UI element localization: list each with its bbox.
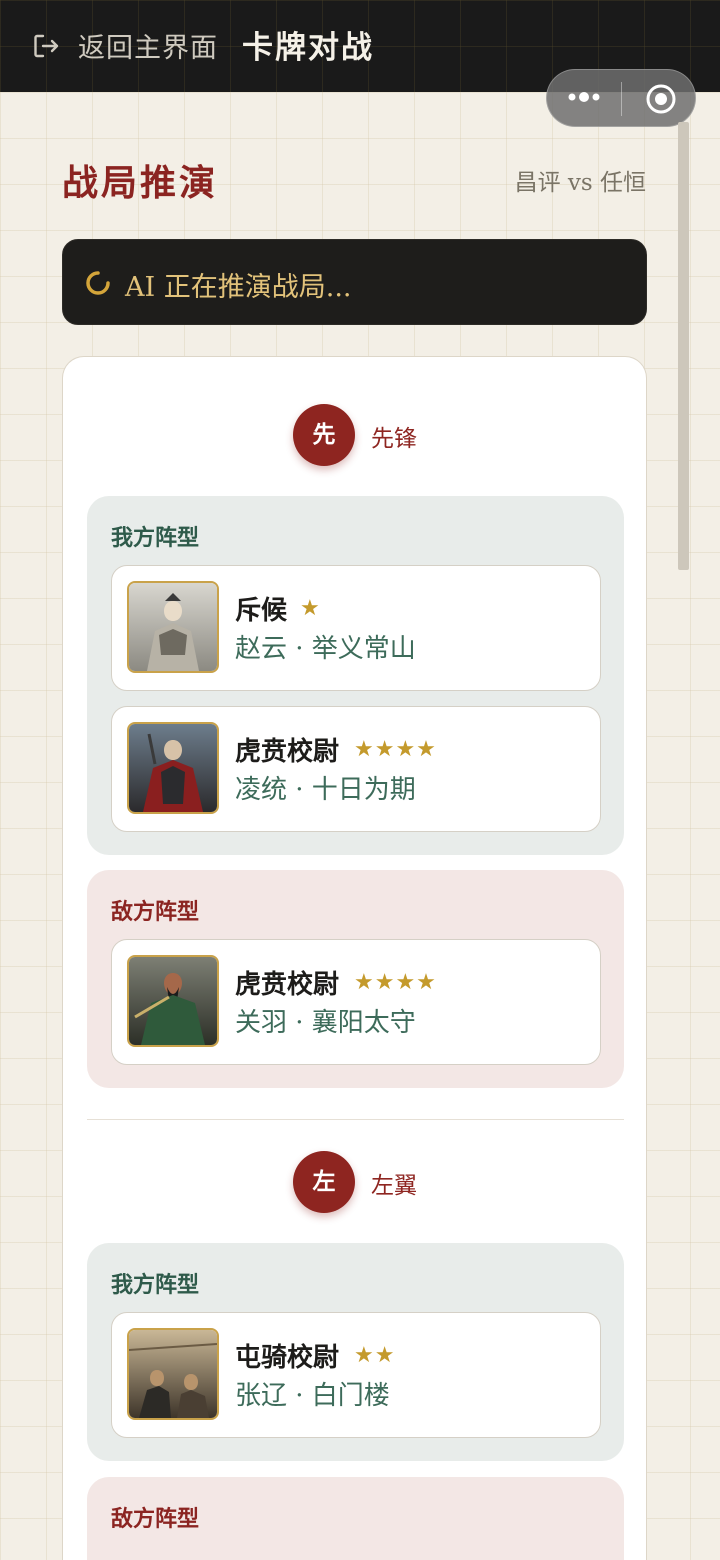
ai-status-banner: AI 正在推演战局... (62, 239, 647, 325)
hero-card[interactable]: 虎贲校尉 ★★★★ 凌统 · 十日为期 (111, 706, 601, 832)
formation-label: 敌方阵型 (111, 899, 200, 925)
hero-rank: 屯骑校尉 (235, 1343, 340, 1373)
hero-portrait (127, 1328, 219, 1420)
page-title: 卡牌对战 (242, 30, 374, 66)
hero-name-skill: 张辽 · 白门楼 (235, 1381, 390, 1411)
hero-card[interactable]: 虎贲校尉 ★★★★ 关羽 · 襄阳太守 (111, 939, 601, 1065)
position-badge: 先 (293, 404, 355, 466)
position-name: 先锋 (371, 426, 417, 452)
back-to-main-link[interactable]: 返回主界面 (78, 26, 218, 65)
formation-label: 我方阵型 (111, 1272, 200, 1298)
matchup-label: 昌评 vs 任恒 (514, 170, 646, 196)
exit-icon[interactable] (32, 32, 60, 60)
position-name: 左翼 (371, 1173, 417, 1199)
scrollbar[interactable] (678, 122, 689, 570)
our-formation-left-wing: 我方阵型 屯骑校尉 ★★ 张辽 · 白门楼 (87, 1243, 624, 1461)
enemy-formation-vanguard: 敌方阵型 虎贲校尉 ★★★★ 关羽 · 襄阳太守 (87, 870, 624, 1088)
hero-portrait (127, 955, 219, 1047)
hero-portrait (127, 581, 219, 673)
position-header-vanguard: 先 先锋 (63, 404, 646, 468)
section-title: 战局推演 (62, 162, 219, 204)
hero-card[interactable]: 屯骑校尉 ★★ 张辽 · 白门楼 (111, 1312, 601, 1438)
close-miniapp-icon[interactable] (645, 83, 677, 115)
enemy-formation-left-wing: 敌方阵型 (87, 1477, 624, 1560)
hero-rank: 虎贲校尉 (235, 970, 340, 1000)
formation-label: 我方阵型 (111, 525, 200, 551)
hero-name-skill: 赵云 · 举义常山 (235, 634, 416, 664)
battle-simulation-panel: 先 先锋 我方阵型 斥候 ★ 赵云 · 举义常山 虎贲校尉 ★★★★ 凌统 · … (62, 356, 647, 1560)
hero-portrait (127, 722, 219, 814)
section-divider (87, 1119, 624, 1120)
more-icon[interactable] (567, 87, 601, 107)
hero-rank: 斥候 (235, 596, 288, 626)
hero-stars: ★★ (354, 1343, 396, 1368)
formation-label: 敌方阵型 (111, 1506, 200, 1532)
our-formation-vanguard: 我方阵型 斥候 ★ 赵云 · 举义常山 虎贲校尉 ★★★★ 凌统 · 十日为期 (87, 496, 624, 855)
hero-stars: ★★★★ (354, 737, 437, 762)
hero-stars: ★★★★ (354, 970, 437, 995)
hero-name-skill: 关羽 · 襄阳太守 (235, 1008, 416, 1038)
loading-spinner-icon (86, 271, 110, 295)
miniapp-capsule (546, 69, 696, 127)
position-badge: 左 (293, 1151, 355, 1213)
ai-status-text: AI 正在推演战局... (125, 272, 352, 303)
hero-name-skill: 凌统 · 十日为期 (235, 775, 416, 805)
position-header-left-wing: 左 左翼 (63, 1151, 646, 1215)
capsule-divider (621, 82, 622, 116)
hero-card[interactable]: 斥候 ★ 赵云 · 举义常山 (111, 565, 601, 691)
hero-stars: ★ (300, 596, 321, 621)
hero-rank: 虎贲校尉 (235, 737, 340, 767)
